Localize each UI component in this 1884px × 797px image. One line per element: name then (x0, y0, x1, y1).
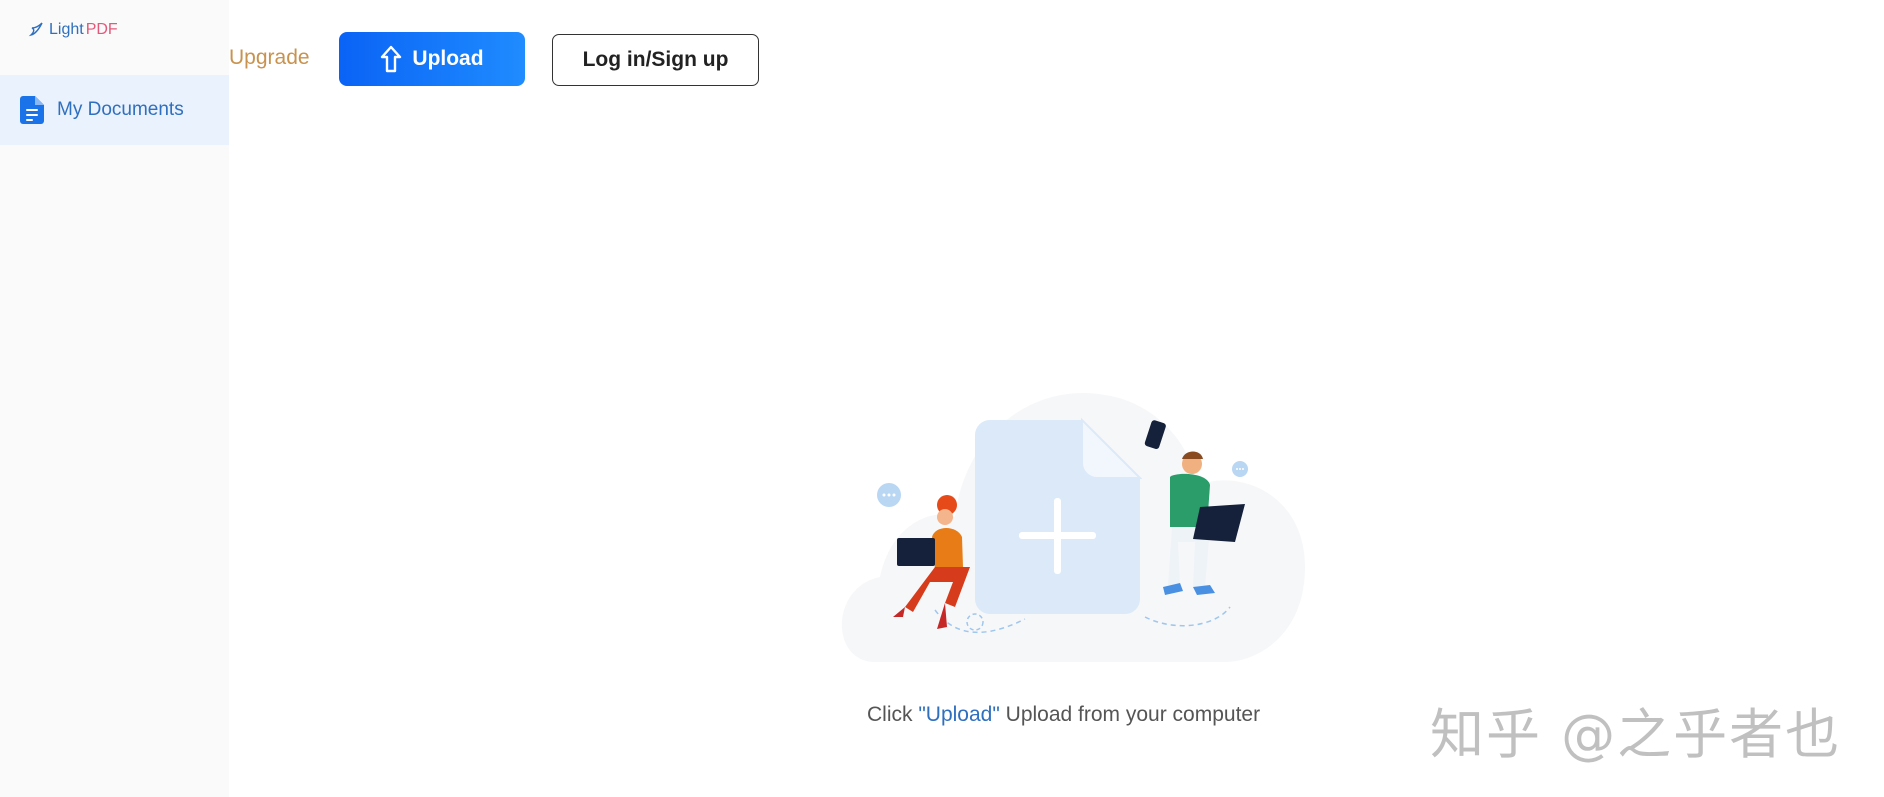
logo-text-light: Light (49, 21, 84, 38)
upload-button-label: Upload (412, 47, 484, 70)
sidebar: Light PDF My Documents (0, 0, 229, 797)
sidebar-item-label: My Documents (57, 99, 184, 120)
sidebar-item-my-documents[interactable]: My Documents (0, 75, 229, 145)
upgrade-link[interactable]: Upgrade (229, 46, 310, 70)
upload-hint: Click "Upload" Upload from your computer (867, 703, 1260, 727)
hint-upload-keyword[interactable]: "Upload" (918, 703, 999, 726)
app-root: Light PDF My Documents Upgrade Upload Log… (0, 0, 1884, 797)
logo-text-pdf: PDF (85, 21, 118, 38)
logo-mark-icon (28, 22, 43, 37)
upload-button[interactable]: Upload (339, 32, 525, 86)
login-signup-button[interactable]: Log in/Sign up (552, 34, 759, 86)
watermark: 知乎 @之乎者也 (1430, 703, 1842, 766)
hint-suffix: Upload from your computer (999, 703, 1261, 726)
hint-prefix: Click (867, 703, 919, 726)
logo[interactable]: Light PDF (27, 20, 118, 40)
document-icon (20, 96, 44, 124)
upload-arrow-icon (381, 45, 402, 73)
empty-state-illustration[interactable] (835, 377, 1305, 662)
